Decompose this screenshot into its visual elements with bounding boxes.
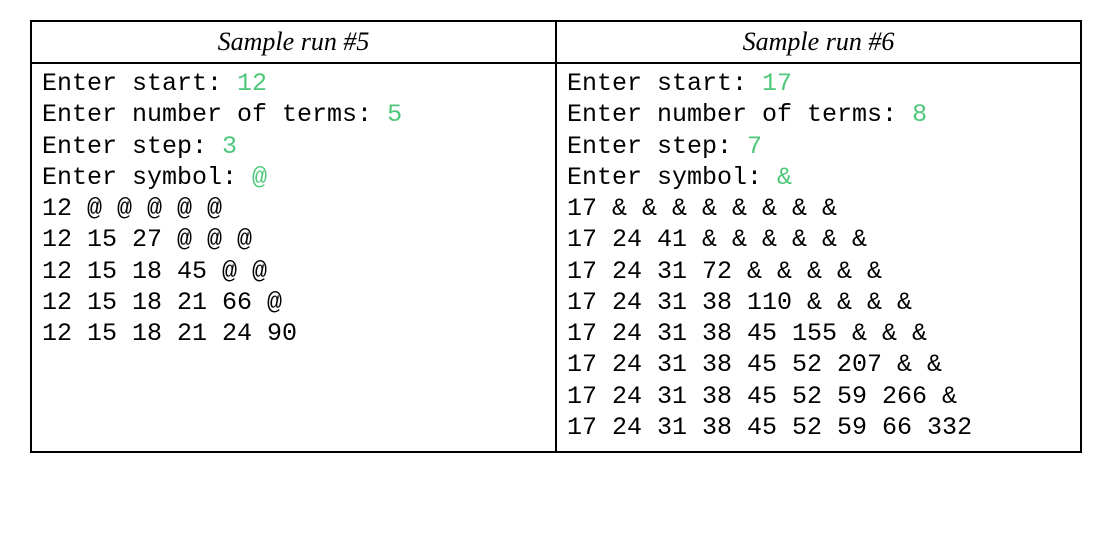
prompt-line: Enter start: 17 xyxy=(567,68,1070,99)
prompt-label: Enter symbol: xyxy=(567,163,777,192)
output-line: 17 24 31 38 110 & & & & xyxy=(567,287,1070,318)
column-header-right: Sample run #6 xyxy=(557,22,1080,64)
prompt-value: & xyxy=(777,163,792,192)
prompt-label: Enter number of terms: xyxy=(42,100,387,129)
sample-runs-table: Sample run #5 Enter start: 12Enter numbe… xyxy=(30,20,1082,453)
output-line: 17 24 41 & & & & & & xyxy=(567,224,1070,255)
prompt-value: 12 xyxy=(237,69,267,98)
prompt-line: Enter symbol: & xyxy=(567,162,1070,193)
output-line: 17 24 31 38 45 52 59 66 332 xyxy=(567,412,1070,443)
prompt-line: Enter start: 12 xyxy=(42,68,545,99)
output-line: 17 24 31 38 45 52 207 & & xyxy=(567,349,1070,380)
prompt-value: 17 xyxy=(762,69,792,98)
output-line: 17 & & & & & & & & xyxy=(567,193,1070,224)
prompt-line: Enter number of terms: 5 xyxy=(42,99,545,130)
prompt-label: Enter step: xyxy=(567,132,747,161)
right-content: Enter start: 17Enter number of terms: 8E… xyxy=(557,64,1080,451)
prompt-label: Enter symbol: xyxy=(42,163,252,192)
output-line: 12 15 18 45 @ @ xyxy=(42,256,545,287)
output-line: 17 24 31 38 45 155 & & & xyxy=(567,318,1070,349)
prompt-label: Enter number of terms: xyxy=(567,100,912,129)
column-header-left: Sample run #5 xyxy=(32,22,555,64)
left-column: Sample run #5 Enter start: 12Enter numbe… xyxy=(32,22,557,451)
prompt-label: Enter start: xyxy=(567,69,762,98)
prompt-line: Enter number of terms: 8 xyxy=(567,99,1070,130)
prompt-label: Enter start: xyxy=(42,69,237,98)
output-line: 12 15 27 @ @ @ xyxy=(42,224,545,255)
output-line: 12 15 18 21 24 90 xyxy=(42,318,545,349)
prompt-line: Enter step: 3 xyxy=(42,131,545,162)
prompt-value: @ xyxy=(252,163,267,192)
prompt-value: 5 xyxy=(387,100,402,129)
prompt-value: 8 xyxy=(912,100,927,129)
output-line: 12 @ @ @ @ @ xyxy=(42,193,545,224)
output-line: 12 15 18 21 66 @ xyxy=(42,287,545,318)
prompt-value: 3 xyxy=(222,132,237,161)
prompt-line: Enter step: 7 xyxy=(567,131,1070,162)
right-column: Sample run #6 Enter start: 17Enter numbe… xyxy=(557,22,1080,451)
output-line: 17 24 31 38 45 52 59 266 & xyxy=(567,381,1070,412)
prompt-line: Enter symbol: @ xyxy=(42,162,545,193)
output-line: 17 24 31 72 & & & & & xyxy=(567,256,1070,287)
left-content: Enter start: 12Enter number of terms: 5E… xyxy=(32,64,555,357)
prompt-label: Enter step: xyxy=(42,132,222,161)
prompt-value: 7 xyxy=(747,132,762,161)
